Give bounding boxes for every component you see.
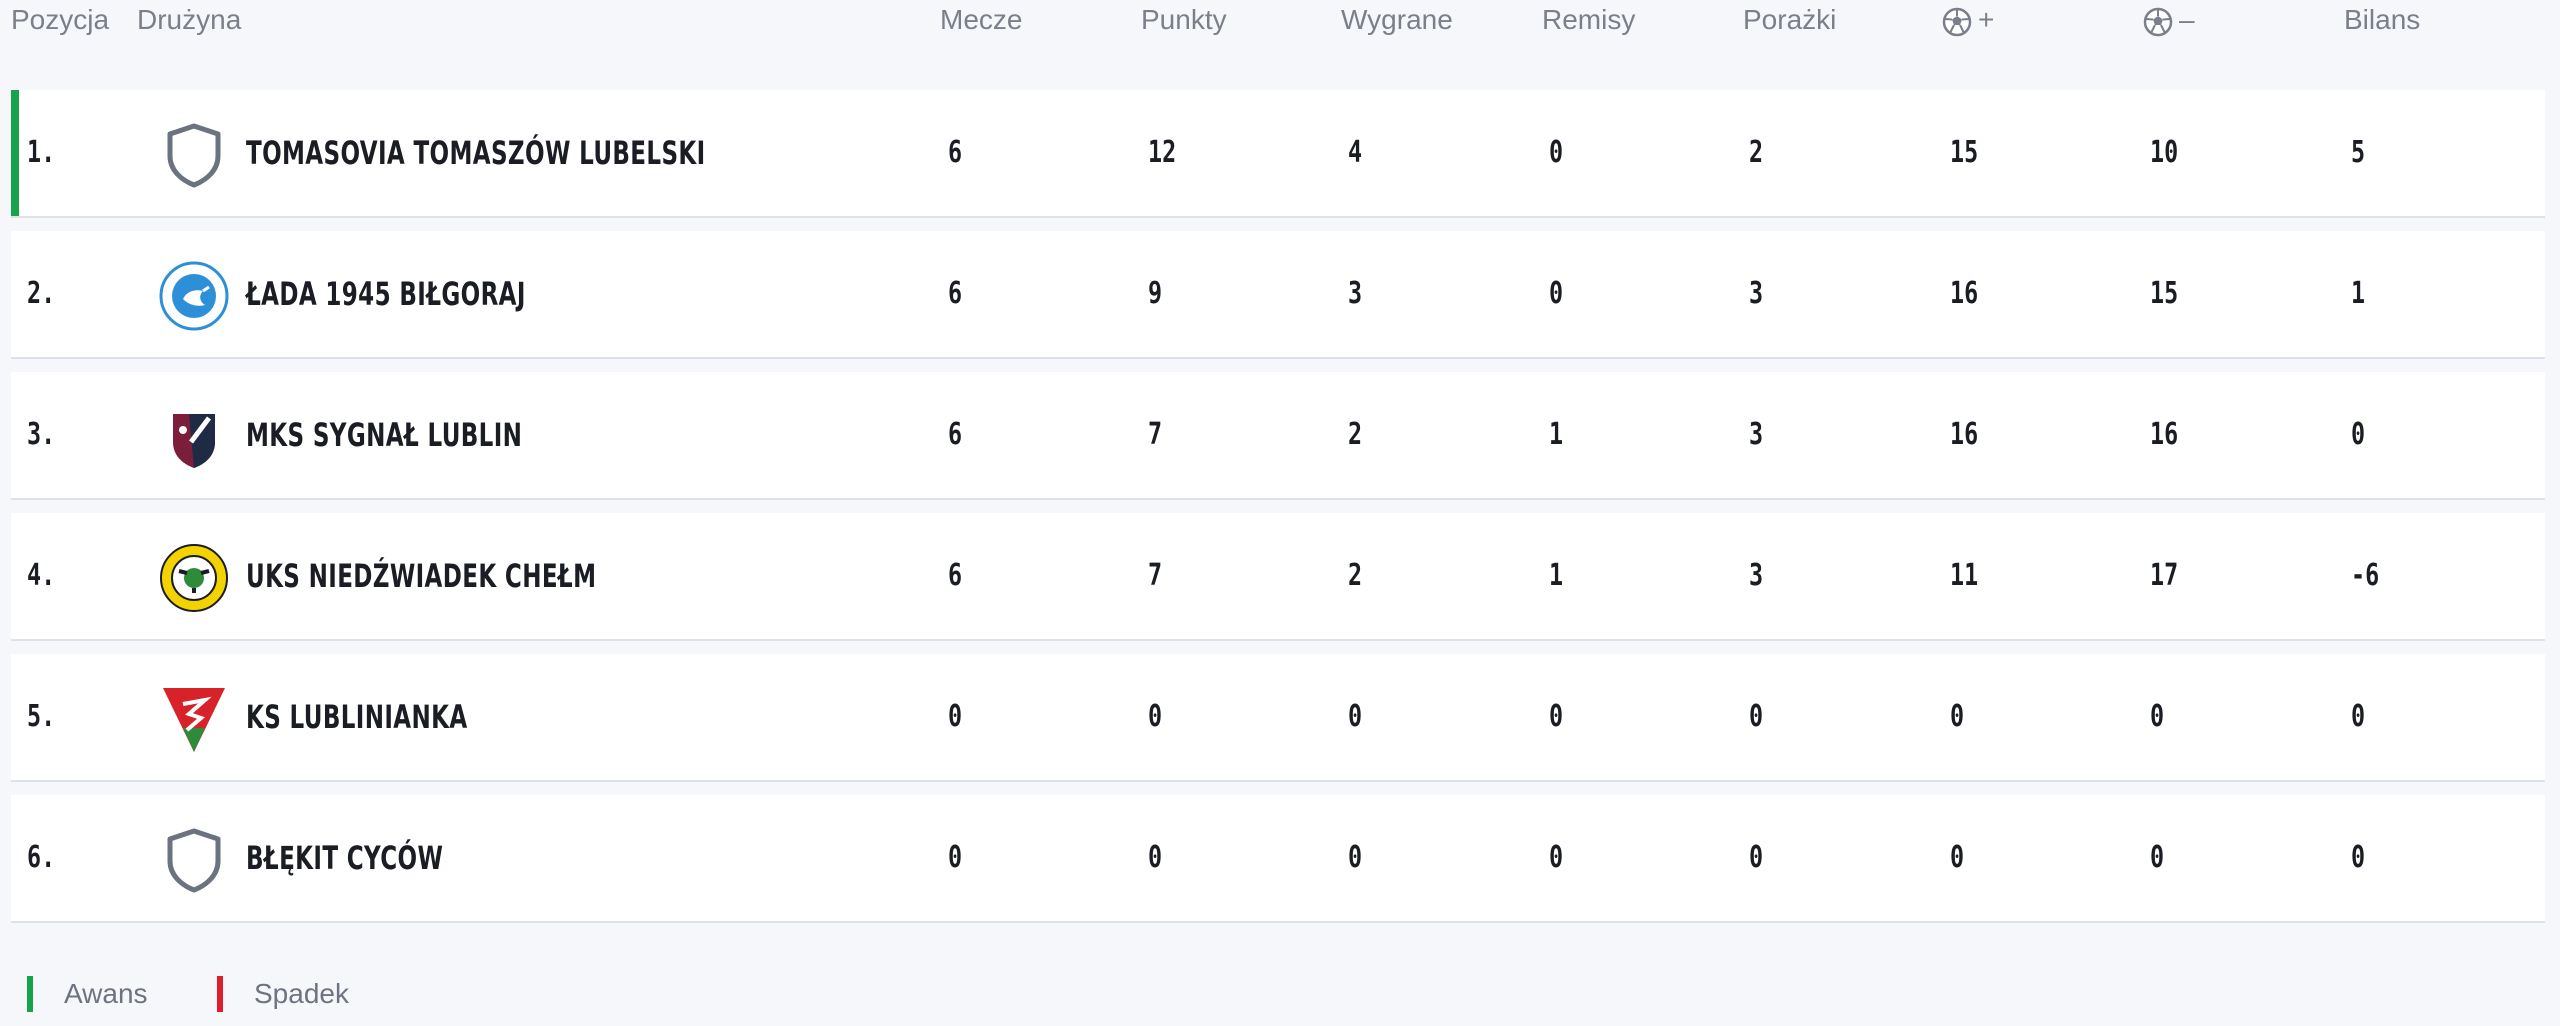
- header-losses: Porażki: [1743, 4, 1837, 35]
- cell-goals-against: 16: [2150, 417, 2179, 452]
- cell-position: 5.: [27, 699, 56, 734]
- cell-wins: 4: [1348, 135, 1363, 170]
- header-points: Punkty: [1141, 4, 1227, 35]
- legend-promotion-label: Awans: [64, 978, 148, 1009]
- cell-goals-for: 11: [1950, 558, 1979, 593]
- table-row[interactable]: 4. UKS NIEDŹWIADEK CHEŁM 6 7 2 1 3 11 17…: [11, 513, 2545, 641]
- cell-played: 0: [948, 840, 963, 875]
- cell-goals-against: 0: [2150, 840, 2165, 875]
- cell-position: 6.: [27, 840, 56, 875]
- cell-goals-for: 16: [1950, 276, 1979, 311]
- soccer-ball-icon: [2143, 7, 2173, 36]
- header-draws: Remisy: [1542, 4, 1636, 35]
- cell-position: 3.: [27, 417, 56, 452]
- team-name[interactable]: UKS NIEDŹWIADEK CHEŁM: [246, 513, 596, 639]
- header-balance: Bilans: [2344, 4, 2421, 35]
- legend-relegation-label: Spadek: [254, 978, 349, 1009]
- promotion-marker: [11, 90, 19, 216]
- table-row[interactable]: 2. ŁADA 1945 BIŁGORAJ 6 9 3 0 3 16 15 1: [11, 231, 2545, 359]
- cell-position: 4.: [27, 558, 56, 593]
- header-goals-against-label: –: [2179, 4, 2195, 35]
- promotion-color-swatch: [27, 976, 33, 1012]
- team-name[interactable]: ŁADA 1945 BIŁGORAJ: [246, 231, 526, 357]
- cell-wins: 2: [1348, 417, 1363, 452]
- cell-played: 6: [948, 558, 963, 593]
- niedzwiadek-crest-icon: [160, 544, 228, 612]
- cell-draws: 1: [1549, 558, 1564, 593]
- table-header: Pozycja Drużyna Mecze Punkty Wygrane Rem…: [0, 0, 2560, 44]
- lublinianka-crest-icon: [163, 688, 225, 752]
- cell-points: 9: [1148, 276, 1163, 311]
- cell-draws: 1: [1549, 417, 1564, 452]
- cell-balance: 0: [2351, 699, 2366, 734]
- cell-draws: 0: [1549, 840, 1564, 875]
- header-goals-for-label: +: [1978, 4, 1995, 35]
- cell-draws: 0: [1549, 699, 1564, 734]
- cell-losses: 3: [1749, 417, 1764, 452]
- cell-played: 6: [948, 276, 963, 311]
- cell-position: 2.: [27, 276, 56, 311]
- cell-wins: 0: [1348, 699, 1363, 734]
- table-row[interactable]: 6. BŁĘKIT CYCÓW 0 0 0 0 0 0 0 0: [11, 795, 2545, 923]
- cell-position: 1.: [27, 135, 56, 170]
- cell-draws: 0: [1549, 135, 1564, 170]
- cell-balance: 5: [2351, 135, 2366, 170]
- cell-balance: 1: [2351, 276, 2366, 311]
- team-name[interactable]: BŁĘKIT CYCÓW: [246, 795, 443, 921]
- cell-goals-for: 15: [1950, 135, 1979, 170]
- cell-played: 0: [948, 699, 963, 734]
- header-goals-against: –: [2143, 4, 2195, 37]
- cell-goals-against: 10: [2150, 135, 2179, 170]
- table-row[interactable]: 5. KS LUBLINIANKA 0 0 0 0 0 0 0 0: [11, 654, 2545, 782]
- header-position: Pozycja: [11, 4, 110, 35]
- cell-points: 7: [1148, 558, 1163, 593]
- cell-balance: -6: [2351, 558, 2380, 593]
- cell-played: 6: [948, 417, 963, 452]
- team-name[interactable]: TOMASOVIA TOMASZÓW LUBELSKI: [246, 90, 706, 216]
- cell-goals-for: 0: [1950, 699, 1965, 734]
- team-name[interactable]: MKS SYGNAŁ LUBLIN: [246, 372, 522, 498]
- cell-goals-against: 0: [2150, 699, 2165, 734]
- shield-icon: [167, 123, 221, 188]
- cell-losses: 3: [1749, 276, 1764, 311]
- table-row[interactable]: 3. MKS SYGNAŁ LUBLIN 6 7 2 1 3 16 16 0: [11, 372, 2545, 500]
- cell-balance: 0: [2351, 417, 2366, 452]
- cell-wins: 3: [1348, 276, 1363, 311]
- cell-losses: 3: [1749, 558, 1764, 593]
- sygnal-crest-icon: [173, 414, 215, 468]
- cell-balance: 0: [2351, 840, 2366, 875]
- cell-wins: 0: [1348, 840, 1363, 875]
- cell-points: 0: [1148, 699, 1163, 734]
- shield-icon: [167, 828, 221, 893]
- relegation-color-swatch: [217, 976, 223, 1012]
- cell-goals-for: 16: [1950, 417, 1979, 452]
- lada-crest-icon: [159, 261, 229, 331]
- header-wins: Wygrane: [1341, 4, 1453, 35]
- cell-losses: 0: [1749, 840, 1764, 875]
- cell-goals-against: 17: [2150, 558, 2179, 593]
- header-played: Mecze: [940, 4, 1023, 35]
- cell-goals-for: 0: [1950, 840, 1965, 875]
- soccer-ball-icon: [1942, 7, 1972, 36]
- header-team: Drużyna: [137, 4, 242, 35]
- cell-points: 7: [1148, 417, 1163, 452]
- cell-losses: 2: [1749, 135, 1764, 170]
- cell-played: 6: [948, 135, 963, 170]
- header-goals-for: +: [1942, 4, 1994, 37]
- cell-points: 12: [1148, 135, 1177, 170]
- team-name[interactable]: KS LUBLINIANKA: [246, 654, 468, 780]
- cell-wins: 2: [1348, 558, 1363, 593]
- cell-points: 0: [1148, 840, 1163, 875]
- cell-losses: 0: [1749, 699, 1764, 734]
- table-row[interactable]: 1. TOMASOVIA TOMASZÓW LUBELSKI 6 12 4 0 …: [11, 90, 2545, 218]
- cell-draws: 0: [1549, 276, 1564, 311]
- cell-goals-against: 15: [2150, 276, 2179, 311]
